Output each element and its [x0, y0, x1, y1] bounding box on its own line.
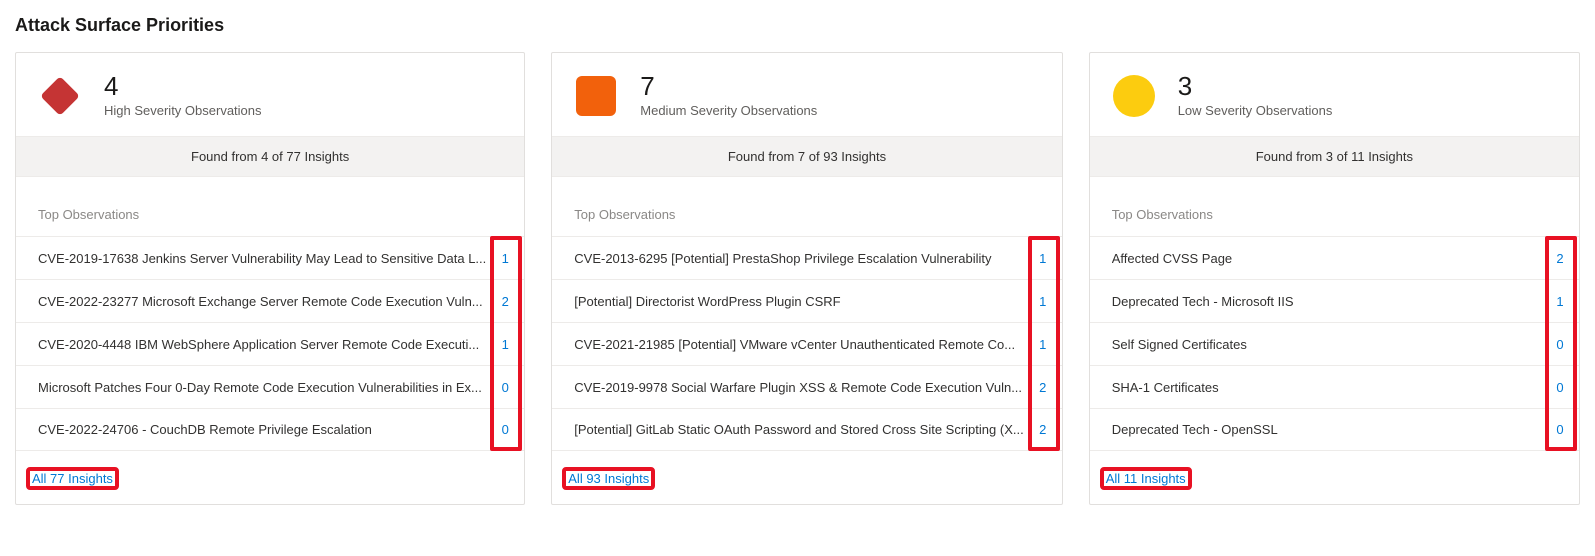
- severity-low-icon: [1112, 74, 1156, 118]
- observation-list: CVE-2019-17638 Jenkins Server Vulnerabil…: [16, 236, 524, 451]
- card-medium-severity: 7 Medium Severity Observations Found fro…: [551, 52, 1062, 505]
- observation-row[interactable]: CVE-2021-21985 [Potential] VMware vCente…: [552, 322, 1061, 365]
- observation-title: CVE-2020-4448 IBM WebSphere Application …: [38, 337, 486, 352]
- severity-label: Medium Severity Observations: [640, 103, 817, 118]
- observation-row[interactable]: CVE-2022-24706 - CouchDB Remote Privileg…: [16, 408, 524, 451]
- observation-row[interactable]: [Potential] GitLab Static OAuth Password…: [552, 408, 1061, 451]
- observation-count-link[interactable]: 0: [1551, 422, 1569, 437]
- card-header: 3 Low Severity Observations: [1090, 53, 1579, 136]
- observation-count-link[interactable]: 1: [1034, 337, 1052, 352]
- observation-row[interactable]: Affected CVSS Page 2: [1090, 236, 1579, 279]
- observation-count-link[interactable]: 2: [496, 294, 514, 309]
- severity-label: Low Severity Observations: [1178, 103, 1333, 118]
- observation-row[interactable]: CVE-2019-17638 Jenkins Server Vulnerabil…: [16, 236, 524, 279]
- found-summary: Found from 4 of 77 Insights: [16, 136, 524, 177]
- observation-count-link[interactable]: 1: [1034, 294, 1052, 309]
- observation-count-link[interactable]: 2: [1034, 422, 1052, 437]
- card-high-severity: 4 High Severity Observations Found from …: [15, 52, 525, 505]
- observation-count-link[interactable]: 1: [496, 337, 514, 352]
- observation-count-link[interactable]: 1: [1034, 251, 1052, 266]
- observation-title: [Potential] Directorist WordPress Plugin…: [574, 294, 1023, 309]
- severity-count: 4: [104, 73, 262, 99]
- all-insights-link[interactable]: All 77 Insights: [28, 469, 117, 488]
- observation-count-link[interactable]: 0: [1551, 337, 1569, 352]
- observation-title: Deprecated Tech - Microsoft IIS: [1112, 294, 1541, 309]
- observation-count-link[interactable]: 0: [1551, 380, 1569, 395]
- observation-title: CVE-2022-24706 - CouchDB Remote Privileg…: [38, 422, 486, 437]
- observation-list: Affected CVSS Page 2 Deprecated Tech - M…: [1090, 236, 1579, 451]
- observation-row[interactable]: CVE-2013-6295 [Potential] PrestaShop Pri…: [552, 236, 1061, 279]
- severity-count: 3: [1178, 73, 1333, 99]
- severity-count: 7: [640, 73, 817, 99]
- observation-row[interactable]: Self Signed Certificates 0: [1090, 322, 1579, 365]
- card-header: 7 Medium Severity Observations: [552, 53, 1061, 136]
- observation-title: CVE-2019-17638 Jenkins Server Vulnerabil…: [38, 251, 486, 266]
- top-observations-label: Top Observations: [552, 177, 1061, 236]
- observation-title: CVE-2013-6295 [Potential] PrestaShop Pri…: [574, 251, 1023, 266]
- observation-row[interactable]: CVE-2020-4448 IBM WebSphere Application …: [16, 322, 524, 365]
- observation-count-link[interactable]: 0: [496, 380, 514, 395]
- top-observations-label: Top Observations: [16, 177, 524, 236]
- observation-title: Microsoft Patches Four 0-Day Remote Code…: [38, 380, 486, 395]
- observation-title: [Potential] GitLab Static OAuth Password…: [574, 422, 1023, 437]
- found-summary: Found from 3 of 11 Insights: [1090, 136, 1579, 177]
- observation-title: SHA-1 Certificates: [1112, 380, 1541, 395]
- observation-title: CVE-2019-9978 Social Warfare Plugin XSS …: [574, 380, 1023, 395]
- observation-row[interactable]: Deprecated Tech - OpenSSL 0: [1090, 408, 1579, 451]
- observation-count-link[interactable]: 0: [496, 422, 514, 437]
- all-insights-link[interactable]: All 93 Insights: [564, 469, 653, 488]
- observation-title: Affected CVSS Page: [1112, 251, 1541, 266]
- top-observations-label: Top Observations: [1090, 177, 1579, 236]
- observation-row[interactable]: Microsoft Patches Four 0-Day Remote Code…: [16, 365, 524, 408]
- priorities-cards-row: 4 High Severity Observations Found from …: [15, 52, 1580, 505]
- observation-title: CVE-2022-23277 Microsoft Exchange Server…: [38, 294, 486, 309]
- observation-row[interactable]: Deprecated Tech - Microsoft IIS 1: [1090, 279, 1579, 322]
- observation-list: CVE-2013-6295 [Potential] PrestaShop Pri…: [552, 236, 1061, 451]
- severity-high-icon: [38, 74, 82, 118]
- observation-row[interactable]: [Potential] Directorist WordPress Plugin…: [552, 279, 1061, 322]
- severity-label: High Severity Observations: [104, 103, 262, 118]
- observation-row[interactable]: CVE-2022-23277 Microsoft Exchange Server…: [16, 279, 524, 322]
- observation-row[interactable]: CVE-2019-9978 Social Warfare Plugin XSS …: [552, 365, 1061, 408]
- observation-count-link[interactable]: 1: [496, 251, 514, 266]
- all-insights-link[interactable]: All 11 Insights: [1102, 469, 1190, 488]
- card-low-severity: 3 Low Severity Observations Found from 3…: [1089, 52, 1580, 505]
- observation-title: CVE-2021-21985 [Potential] VMware vCente…: [574, 337, 1023, 352]
- card-header: 4 High Severity Observations: [16, 53, 524, 136]
- found-summary: Found from 7 of 93 Insights: [552, 136, 1061, 177]
- observation-row[interactable]: SHA-1 Certificates 0: [1090, 365, 1579, 408]
- observation-title: Self Signed Certificates: [1112, 337, 1541, 352]
- observation-count-link[interactable]: 2: [1034, 380, 1052, 395]
- severity-medium-icon: [574, 74, 618, 118]
- observation-count-link[interactable]: 1: [1551, 294, 1569, 309]
- section-title: Attack Surface Priorities: [15, 15, 1580, 36]
- observation-title: Deprecated Tech - OpenSSL: [1112, 422, 1541, 437]
- observation-count-link[interactable]: 2: [1551, 251, 1569, 266]
